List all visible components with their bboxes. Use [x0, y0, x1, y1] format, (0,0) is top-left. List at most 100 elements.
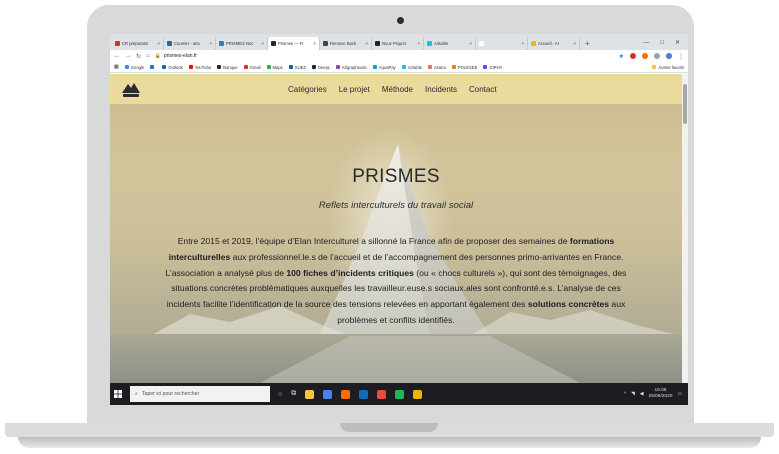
browser-tab[interactable]: Prismes — Fr ×	[268, 37, 320, 50]
bookmark-favicon-icon	[401, 65, 406, 69]
browser-tab[interactable]: CR préparatoi ×	[112, 37, 164, 50]
browser-tab-strip: CR préparatoi × Courrier - ann × PRISMES Noc…	[110, 34, 688, 50]
taskbar-app-icon[interactable]	[359, 389, 369, 399]
task-view-icon[interactable]: ⧉	[291, 390, 296, 398]
url-text: prismes-elan.fr	[163, 53, 197, 59]
bookmark-item[interactable]: DeepL	[311, 65, 330, 70]
search-icon: ⌕	[135, 390, 138, 397]
web-page: Catégories Le projet Méthode Incidents C…	[110, 74, 682, 383]
tray-expand-icon[interactable]: ^	[624, 392, 626, 397]
nav-link-incidents[interactable]: Incidents	[425, 85, 457, 94]
site-navigation: Catégories Le projet Méthode Incidents C…	[110, 74, 682, 104]
taskbar-app-icon[interactable]	[305, 389, 315, 399]
close-window-button[interactable]: ✕	[675, 37, 680, 50]
taskbar-app-icon[interactable]	[377, 389, 387, 399]
bookmark-label: Maps	[272, 64, 283, 70]
notifications-icon[interactable]: ▭	[677, 392, 682, 397]
clock[interactable]: 15:08 25/06/2020	[648, 388, 672, 400]
tab-favicon-icon	[323, 41, 328, 46]
tab-label: Accueil - Ar	[538, 41, 560, 46]
taskbar-app-icon[interactable]	[323, 389, 333, 399]
bookmark-favicon-icon	[150, 65, 155, 69]
page-scrollbar[interactable]	[682, 74, 688, 383]
maximize-button[interactable]: □	[660, 37, 664, 50]
bookmark-item[interactable]: AquaPay	[372, 65, 396, 70]
bookmark-item[interactable]: GIPHY	[483, 65, 502, 70]
tab-close-icon[interactable]: ×	[209, 41, 212, 46]
browser-tab[interactable]: Nouv Project ×	[372, 37, 424, 50]
bookmark-item[interactable]: Maps	[266, 64, 283, 70]
bookmark-label: POLESEE	[457, 64, 478, 70]
start-button[interactable]	[110, 383, 126, 405]
extension-icon[interactable]	[642, 53, 648, 59]
profile-avatar[interactable]	[666, 53, 672, 59]
tab-close-icon[interactable]: ×	[157, 41, 160, 46]
bookmark-item[interactable]	[150, 65, 156, 70]
nav-link-projet[interactable]: Le projet	[339, 85, 370, 94]
tab-close-icon[interactable]: ×	[365, 41, 368, 46]
tab-close-icon[interactable]: ×	[261, 41, 264, 46]
bookmark-item[interactable]: Kilgrapheuse	[336, 65, 367, 70]
bookmark-label: Airtable	[407, 64, 422, 70]
browser-tab[interactable]: Accueil - Ar ×	[528, 37, 580, 50]
volume-icon[interactable]: ◀	[640, 392, 644, 397]
taskbar-app-icon[interactable]	[395, 389, 405, 399]
cortana-icon[interactable]: ○	[278, 391, 282, 398]
browser-tab[interactable]: ×	[476, 37, 528, 50]
bookmark-item[interactable]: Gmail	[243, 65, 261, 70]
tab-label: Courrier - ann	[174, 41, 200, 46]
network-icon[interactable]: ◥	[631, 392, 635, 397]
nav-link-contact[interactable]: Contact	[469, 85, 497, 94]
browser-tab[interactable]: Courrier - ann ×	[164, 37, 216, 50]
bookmark-item[interactable]: YouTube	[188, 65, 211, 70]
browser-tab[interactable]: Remove Back ×	[320, 37, 372, 50]
bookmark-item[interactable]: Asana	[427, 65, 446, 70]
forward-icon[interactable]: →	[125, 53, 131, 59]
tab-close-icon[interactable]: ×	[573, 41, 576, 46]
address-bar[interactable]: 🔒 prismes-elan.fr	[155, 53, 197, 59]
apps-icon[interactable]: ▦	[114, 64, 119, 70]
scrollbar-thumb[interactable]	[683, 84, 687, 124]
bookmark-star-icon[interactable]: ★	[619, 53, 624, 60]
extension-icon[interactable]	[630, 53, 636, 59]
taskbar-search-input[interactable]: ⌕ Taper ici pour rechercher	[130, 386, 270, 402]
taskbar-app-icon[interactable]	[341, 389, 351, 399]
bookmark-favicon-icon	[162, 65, 167, 69]
nav-link-methode[interactable]: Méthode	[382, 85, 413, 94]
browser-tab[interactable]: Airtable ×	[424, 37, 476, 50]
prismes-logo-icon[interactable]	[120, 78, 142, 100]
bookmark-item[interactable]: Outlook	[162, 65, 183, 70]
extension-icon[interactable]	[654, 53, 660, 59]
other-bookmarks[interactable]: Autres favoris	[652, 65, 684, 70]
tab-close-icon[interactable]: ×	[469, 41, 472, 46]
bookmark-label: SUEZ	[294, 64, 306, 70]
windows-taskbar: ⌕ Taper ici pour rechercher ○ ⧉ ^ ◥ ◀ 15…	[110, 383, 688, 405]
bookmark-item[interactable]: POLESEE	[451, 64, 478, 70]
browser-tab[interactable]: PRISMES Noc ×	[216, 37, 268, 50]
bookmark-item[interactable]: Airtable	[401, 64, 422, 70]
new-tab-button[interactable]: +	[580, 37, 595, 50]
taskbar-app-icon[interactable]	[413, 389, 423, 399]
tab-close-icon[interactable]: ×	[417, 41, 420, 46]
tab-close-icon[interactable]: ×	[521, 41, 524, 46]
nav-link-categories[interactable]: Catégories	[288, 85, 327, 94]
tab-favicon-icon	[479, 41, 484, 46]
minimize-button[interactable]: —	[643, 37, 649, 50]
bookmark-label: Google	[130, 64, 145, 70]
reload-icon[interactable]: ↻	[136, 53, 141, 60]
home-icon[interactable]: ⌂	[146, 53, 150, 59]
bookmark-label: Banque	[223, 64, 238, 70]
intro-paragraph: Entre 2015 et 2019, l’équipe d’Elan Inte…	[158, 234, 634, 329]
bookmark-item[interactable]: Google	[124, 64, 145, 70]
tab-favicon-icon	[375, 41, 380, 46]
tab-favicon-icon	[219, 41, 224, 46]
menu-icon[interactable]: ⋮	[678, 53, 684, 60]
tab-close-icon[interactable]: ×	[313, 41, 316, 46]
bookmark-item[interactable]: Banque	[217, 64, 238, 70]
back-icon[interactable]: ←	[114, 53, 120, 59]
bookmark-favicon-icon	[243, 65, 248, 69]
bookmark-item[interactable]: SUEZ	[288, 64, 306, 70]
tab-label: Airtable	[434, 41, 449, 46]
bookmark-favicon-icon	[427, 65, 432, 69]
tab-favicon-icon	[427, 41, 432, 46]
